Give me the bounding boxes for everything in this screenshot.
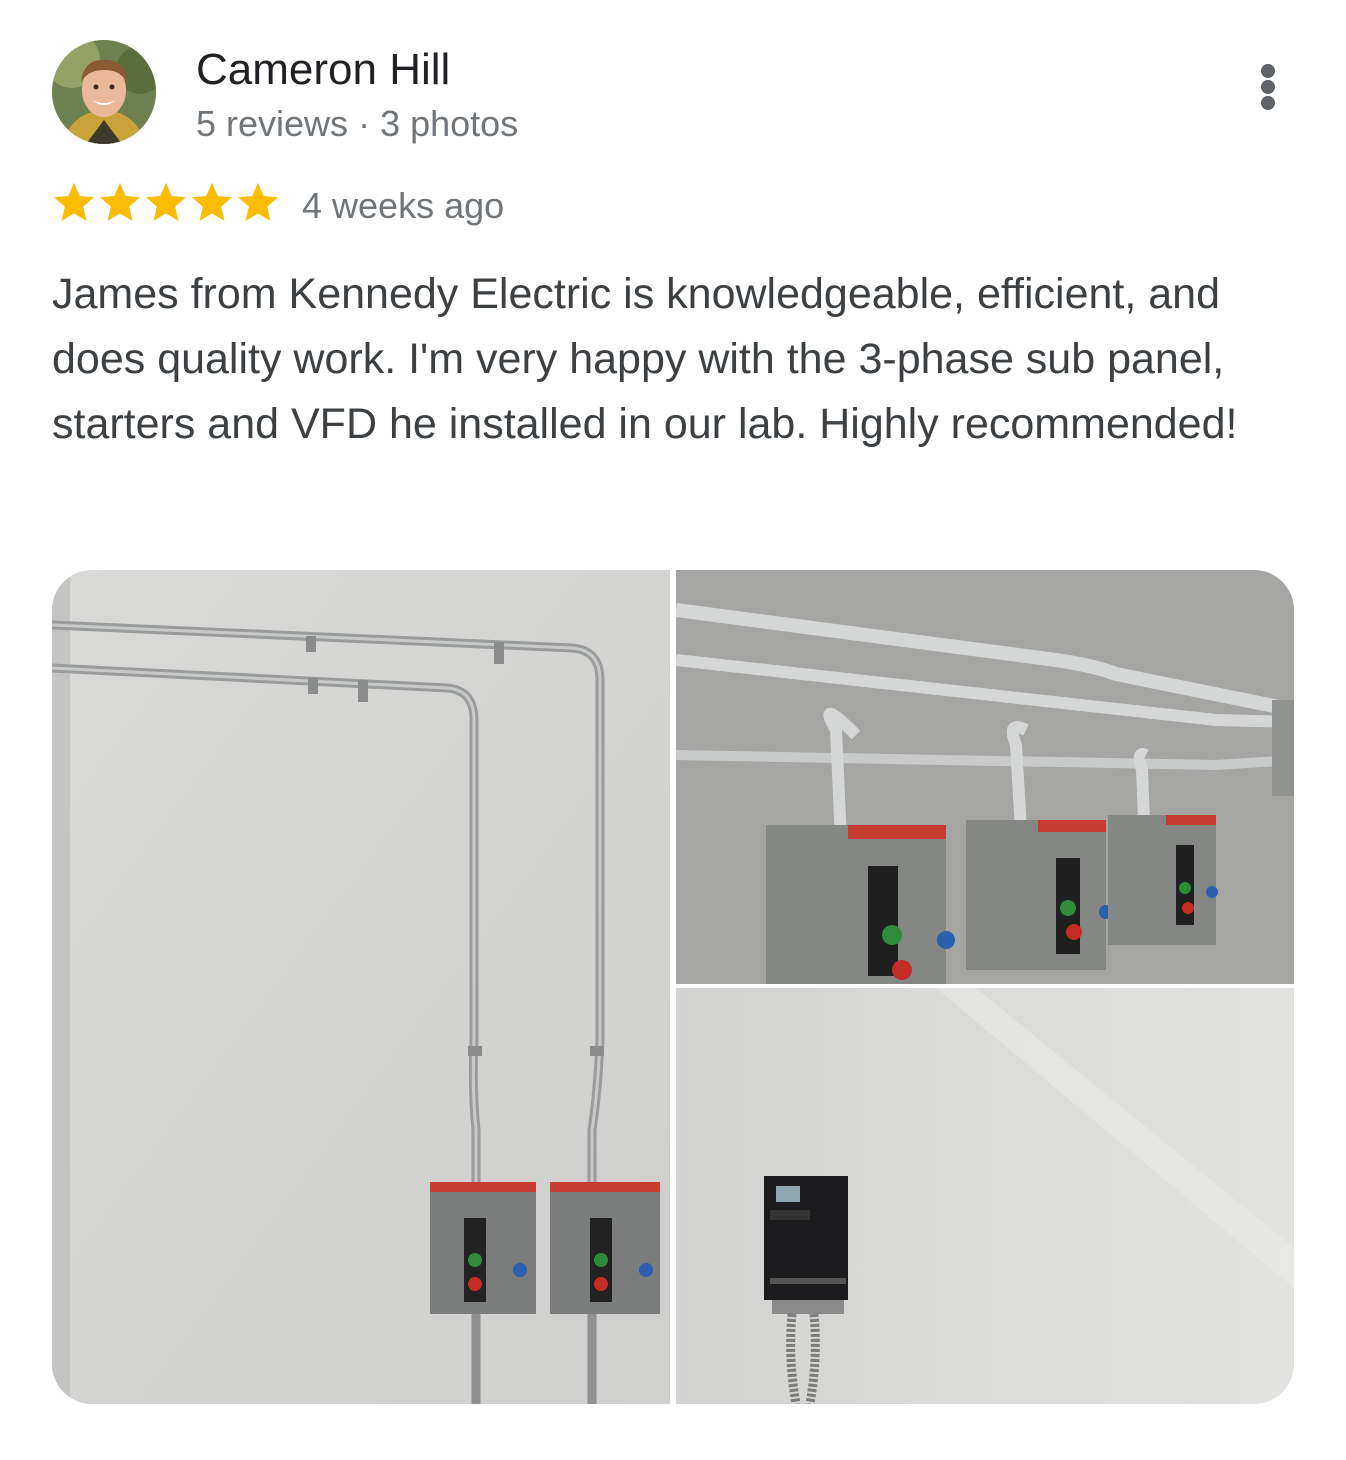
author-name[interactable]: Cameron Hill [196, 44, 450, 96]
star-icon [100, 182, 140, 221]
photo-image [52, 570, 670, 1404]
author-photo-count: 3 photos [380, 103, 519, 144]
meta-separator: · [358, 103, 371, 144]
review-date: 4 weeks ago [302, 185, 505, 226]
star-rating [52, 178, 280, 230]
star-icon [54, 182, 94, 221]
author-stats: 5 reviews · 3 photos [196, 102, 518, 146]
review-photo-vfd[interactable] [676, 988, 1294, 1404]
photo-image [676, 988, 1294, 1404]
review-photo-grid [52, 570, 1294, 1404]
review-text: James from Kennedy Electric is knowledge… [52, 270, 1238, 448]
star-icon [146, 182, 186, 221]
avatar-photo [52, 40, 156, 144]
more-options-button[interactable] [1244, 56, 1292, 116]
photo-image [676, 570, 1294, 984]
star-icon [192, 182, 232, 221]
review-photo-starters-concrete-wall[interactable] [676, 570, 1294, 984]
author-avatar[interactable] [52, 40, 156, 144]
author-review-count: 5 reviews [196, 103, 349, 144]
review-photo-starters-conduit[interactable] [52, 570, 670, 1404]
star-icon [238, 182, 278, 221]
